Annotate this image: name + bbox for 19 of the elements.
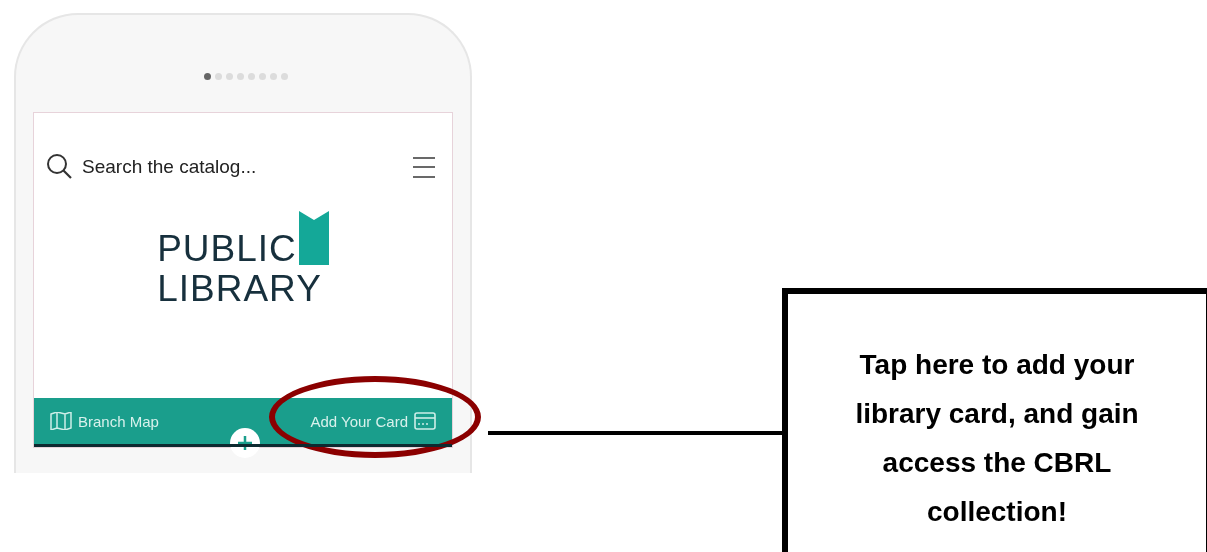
add-card-button[interactable]: Add Your Card bbox=[310, 412, 436, 430]
page-dot[interactable] bbox=[259, 73, 266, 80]
page-dot[interactable] bbox=[237, 73, 244, 80]
search-field[interactable]: Search the catalog... bbox=[82, 156, 404, 178]
bookmark-icon bbox=[298, 211, 329, 265]
logo-text: LIBRARY bbox=[157, 269, 322, 309]
page-dot[interactable] bbox=[226, 73, 233, 80]
page-dot[interactable] bbox=[281, 73, 288, 80]
page-dot[interactable] bbox=[215, 73, 222, 80]
branch-map-button[interactable]: Branch Map bbox=[50, 412, 159, 430]
map-icon bbox=[50, 412, 72, 430]
callout-text: Tap here to add your library card, and gain access the CBRL collection! bbox=[854, 348, 1140, 529]
menu-icon[interactable] bbox=[412, 155, 436, 179]
search-icon bbox=[46, 153, 74, 181]
card-icon bbox=[414, 412, 436, 430]
logo-text: PUBLIC bbox=[157, 229, 297, 269]
page-dot[interactable] bbox=[204, 73, 211, 80]
page-dot[interactable] bbox=[270, 73, 277, 80]
page-dot[interactable] bbox=[248, 73, 255, 80]
